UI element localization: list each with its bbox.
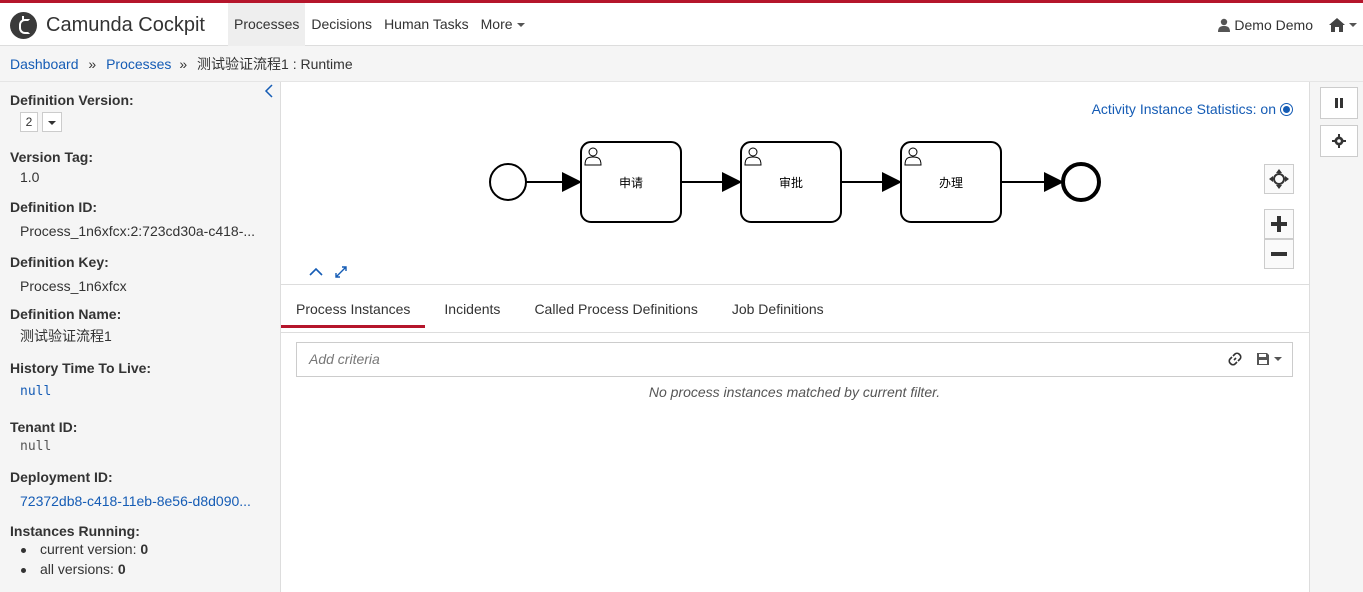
chevron-down-icon bbox=[1349, 22, 1357, 27]
history-ttl-value[interactable]: null bbox=[20, 384, 270, 399]
radio-on-icon bbox=[1280, 102, 1293, 116]
diagram-controls bbox=[309, 265, 348, 279]
deployment-id-label: Deployment ID: bbox=[10, 469, 113, 485]
plus-icon bbox=[1271, 216, 1287, 232]
tab-incidents[interactable]: Incidents bbox=[429, 290, 515, 332]
home-icon bbox=[1329, 17, 1345, 32]
deployment-id-link[interactable]: 72372db8-c418-11eb-8e56-d8d090... bbox=[20, 493, 270, 509]
definition-id-value: Process_1n6xfcx:2:723cd30a-c418-... bbox=[20, 223, 256, 239]
tab-process-instances[interactable]: Process Instances bbox=[281, 290, 426, 332]
task-label: 办理 bbox=[939, 175, 963, 190]
activity-statistics-toggle[interactable]: Activity Instance Statistics: on bbox=[1092, 101, 1293, 117]
bpmn-diagram-panel: Activity Instance Statistics: on 申请 审批 办… bbox=[281, 82, 1309, 285]
search-actions bbox=[1228, 352, 1282, 366]
zoom-out-button[interactable] bbox=[1264, 239, 1294, 269]
breadcrumb-current: 测试验证流程1 : Runtime bbox=[197, 56, 353, 72]
camunda-logo-icon bbox=[10, 12, 37, 39]
crosshair-icon bbox=[1269, 169, 1289, 189]
settings-button[interactable] bbox=[1320, 125, 1358, 157]
chevron-down-icon bbox=[1274, 357, 1282, 361]
nav-item-decisions[interactable]: Decisions bbox=[305, 3, 378, 46]
brand[interactable]: Camunda Cockpit bbox=[10, 12, 205, 39]
start-event[interactable] bbox=[489, 163, 527, 201]
version-dropdown-button[interactable] bbox=[42, 112, 62, 132]
definition-name-value: 测试验证流程1 bbox=[20, 328, 112, 344]
user-icon bbox=[1218, 18, 1231, 32]
list-item: current version: 0 bbox=[21, 541, 270, 557]
top-navbar: Camunda Cockpit Processes Decisions Huma… bbox=[0, 0, 1363, 46]
criteria-search[interactable]: Add criteria bbox=[296, 342, 1293, 377]
minus-icon bbox=[1271, 252, 1287, 256]
history-ttl-label: History Time To Live: bbox=[10, 360, 152, 376]
list-item: all versions: 0 bbox=[21, 561, 270, 577]
floppy-disk-icon bbox=[1257, 353, 1269, 365]
instances-running-list: current version: 0 all versions: 0 bbox=[21, 541, 270, 577]
link-icon[interactable] bbox=[1228, 352, 1242, 366]
brand-name: Camunda Cockpit bbox=[46, 14, 205, 36]
nav-menu: Processes Decisions Human Tasks More bbox=[228, 3, 531, 46]
activity-statistics-label: Activity Instance Statistics: on bbox=[1091, 101, 1276, 117]
instances-running-label: Instances Running: bbox=[10, 523, 140, 539]
nav-item-processes[interactable]: Processes bbox=[228, 3, 306, 46]
bpmn-canvas: 申请 审批 办理 bbox=[489, 141, 1101, 223]
definition-sidebar: Definition Version: 2 Version Tag: 1.0 D… bbox=[0, 82, 281, 592]
breadcrumb-separator: » bbox=[88, 56, 97, 72]
definition-id-label: Definition ID: bbox=[10, 199, 98, 215]
definition-key-label: Definition Key: bbox=[10, 254, 109, 270]
suspend-button[interactable] bbox=[1320, 87, 1358, 119]
user-task-3[interactable]: 办理 bbox=[900, 141, 1002, 223]
nav-item-more[interactable]: More bbox=[475, 3, 531, 46]
chevron-down-icon bbox=[48, 120, 56, 125]
pause-icon bbox=[1335, 98, 1343, 108]
user-task-1[interactable]: 申请 bbox=[580, 141, 682, 223]
user-menu[interactable]: Demo Demo bbox=[1217, 17, 1313, 33]
task-label: 申请 bbox=[619, 176, 643, 190]
save-filter-menu[interactable] bbox=[1256, 352, 1282, 366]
task-label: 审批 bbox=[779, 175, 803, 190]
search-input[interactable]: Add criteria bbox=[309, 343, 380, 376]
breadcrumb-processes[interactable]: Processes bbox=[106, 56, 171, 72]
version-value[interactable]: 2 bbox=[20, 112, 38, 132]
breadcrumb-separator: » bbox=[179, 56, 188, 72]
chevron-down-icon bbox=[516, 23, 525, 28]
user-name: Demo Demo bbox=[1234, 16, 1313, 33]
empty-state-message: No process instances matched by current … bbox=[648, 384, 941, 400]
breadcrumb-dashboard[interactable]: Dashboard bbox=[10, 56, 79, 72]
nav-item-more-label: More bbox=[480, 16, 513, 32]
version-select[interactable]: 2 bbox=[20, 112, 270, 132]
tab-job-definitions[interactable]: Job Definitions bbox=[717, 290, 839, 332]
definition-name-label: Definition Name: bbox=[10, 306, 122, 322]
end-event[interactable] bbox=[1061, 162, 1101, 202]
all-versions-count: 0 bbox=[117, 561, 126, 577]
tenant-id-label: Tenant ID: bbox=[10, 419, 78, 435]
version-tag-value: 1.0 bbox=[20, 169, 40, 185]
tab-called-process-definitions[interactable]: Called Process Definitions bbox=[519, 290, 712, 332]
all-versions-label: all versions: bbox=[40, 561, 114, 577]
definition-key-value: Process_1n6xfcx bbox=[20, 278, 127, 294]
version-tag-label: Version Tag: bbox=[10, 149, 93, 165]
zoom-in-button[interactable] bbox=[1264, 209, 1294, 239]
detail-tabs: Process Instances Incidents Called Proce… bbox=[281, 290, 1309, 333]
breadcrumb: Dashboard » Processes » 测试验证流程1 : Runtim… bbox=[0, 46, 1363, 82]
nav-item-human-tasks[interactable]: Human Tasks bbox=[378, 3, 475, 46]
home-menu[interactable] bbox=[1329, 17, 1357, 32]
reset-zoom-button[interactable] bbox=[1264, 164, 1294, 194]
current-version-label: current version: bbox=[40, 541, 137, 557]
tenant-id-value: null bbox=[20, 439, 52, 454]
current-version-count: 0 bbox=[140, 541, 149, 557]
chevron-left-icon[interactable] bbox=[264, 84, 274, 98]
gear-icon bbox=[1332, 134, 1346, 148]
user-task-2[interactable]: 审批 bbox=[740, 141, 842, 223]
definition-version-label: Definition Version: bbox=[10, 92, 134, 108]
chevron-up-icon[interactable] bbox=[309, 267, 323, 277]
nav-right: Demo Demo bbox=[1217, 3, 1357, 46]
expand-icon[interactable] bbox=[334, 265, 348, 279]
action-column bbox=[1309, 82, 1363, 592]
